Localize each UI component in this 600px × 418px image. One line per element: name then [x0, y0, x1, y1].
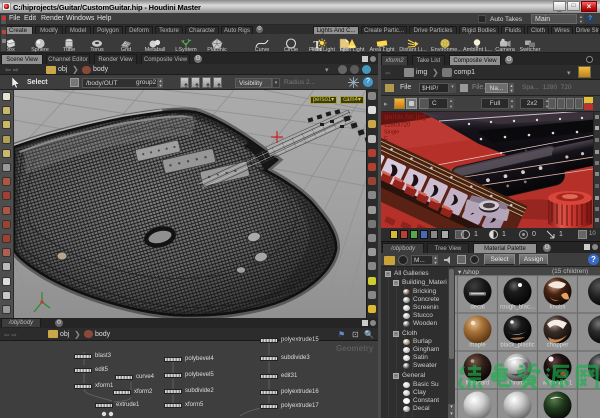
svg-text:Single: Single — [384, 130, 399, 136]
svg-text:rough_blac...: rough_blac... — [500, 305, 535, 311]
svg-text:maple: maple — [469, 343, 486, 349]
svg-text:guitar.far.jpg: guitar.far.jpg — [384, 114, 426, 121]
svg-text:chopper: chopper — [547, 343, 569, 349]
svg-text:knobs: knobs — [549, 305, 565, 311]
svg-text:decal: decal — [470, 305, 484, 311]
svg-text:C: C — [384, 136, 388, 142]
svg-text:black_plastic: black_plastic — [500, 343, 534, 349]
svg-text:1280x720: 1280x720 — [384, 123, 411, 129]
